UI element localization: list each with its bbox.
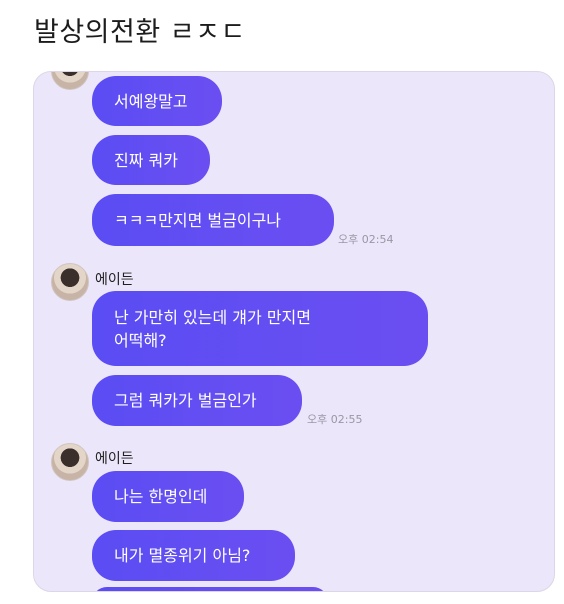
message-bubble: 내가 멸종위기 아님? xyxy=(92,530,295,581)
message-time: 오후 02:54 xyxy=(338,233,394,246)
message-time: 오후 02:55 xyxy=(307,413,363,426)
avatar-sender[interactable] xyxy=(51,443,89,481)
message-bubble: 서예왕말고 xyxy=(92,76,222,126)
chat-screenshot: 서예왕말고 진짜 쿼카 ㅋㅋㅋ만지면 벌금이구나 오후 02:54 에이든 난 … xyxy=(33,71,555,592)
message-bubble-cut xyxy=(92,587,328,591)
sender-name: 에이든 xyxy=(95,451,134,467)
message-bubble: 나는 한명인데 xyxy=(92,471,244,522)
avatar-sender[interactable] xyxy=(51,263,89,301)
avatar-top[interactable] xyxy=(51,72,89,90)
post-title: 발상의전환 ㄹㅈㄷ xyxy=(34,17,246,48)
message-bubble: 진짜 쿼카 xyxy=(92,135,210,185)
sender-name: 에이든 xyxy=(95,272,134,288)
message-bubble: 그럼 쿼카가 벌금인가 xyxy=(92,375,302,426)
message-bubble: ㅋㅋㅋ만지면 벌금이구나 xyxy=(92,194,334,246)
message-bubble: 난 가만히 있는데 걔가 만지면 어떡해? xyxy=(92,291,428,366)
